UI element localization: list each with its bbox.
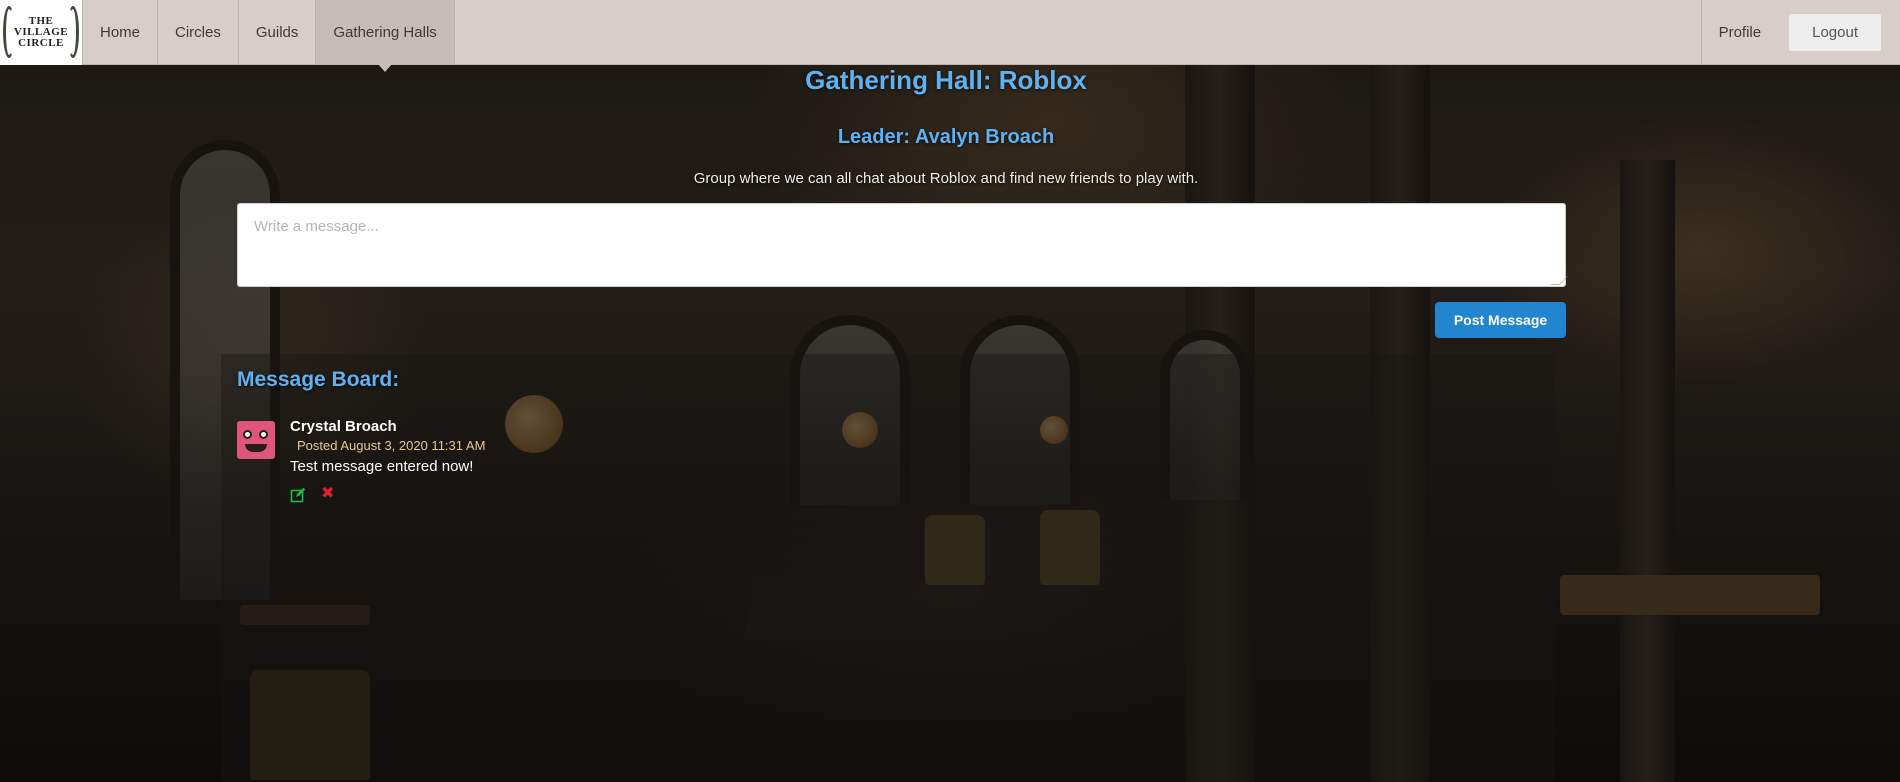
message-input[interactable] xyxy=(237,203,1566,287)
message-board-panel xyxy=(221,354,1555,782)
nav-circles[interactable]: Circles xyxy=(158,0,239,64)
message-author[interactable]: Crystal Broach xyxy=(290,418,397,435)
laurel-right-icon xyxy=(67,6,79,58)
avatar-eye xyxy=(259,430,268,439)
page-title: Gathering Hall: Roblox xyxy=(805,65,1087,95)
logo-text: THE VILLAGE CIRCLE xyxy=(14,16,68,49)
logo-line: CIRCLE xyxy=(18,37,64,49)
main-content: Gathering Hall: Roblox Leader: Avalyn Br… xyxy=(0,0,1900,782)
delete-icon[interactable]: ✖ xyxy=(321,485,335,503)
logout-wrapper: Logout xyxy=(1778,0,1900,64)
message-text: Test message entered now! xyxy=(290,458,474,475)
logout-button[interactable]: Logout xyxy=(1788,12,1882,52)
nav-profile[interactable]: Profile xyxy=(1700,0,1779,64)
edit-icon[interactable] xyxy=(290,487,306,503)
post-message-button[interactable]: Post Message xyxy=(1435,302,1566,338)
hall-leader: Leader: Avalyn Broach xyxy=(837,126,1055,148)
nav-guilds[interactable]: Guilds xyxy=(239,0,317,64)
top-navbar: THE VILLAGE CIRCLE Home Circles Guilds G… xyxy=(0,0,1900,72)
site-logo[interactable]: THE VILLAGE CIRCLE xyxy=(0,0,83,65)
hall-description: Group where we can all chat about Roblox… xyxy=(693,170,1199,187)
message-date: Posted August 3, 2020 11:31 AM xyxy=(297,438,486,453)
nav-gathering-halls[interactable]: Gathering Halls xyxy=(316,0,455,72)
avatar-mouth xyxy=(245,444,267,452)
nav-right-group: Profile Logout xyxy=(1700,0,1900,64)
laurel-left-icon xyxy=(3,6,15,58)
robot-avatar-icon xyxy=(237,421,275,459)
message-board-title: Message Board: xyxy=(237,368,400,391)
avatar-eye xyxy=(243,430,252,439)
nav-home[interactable]: Home xyxy=(83,0,159,64)
